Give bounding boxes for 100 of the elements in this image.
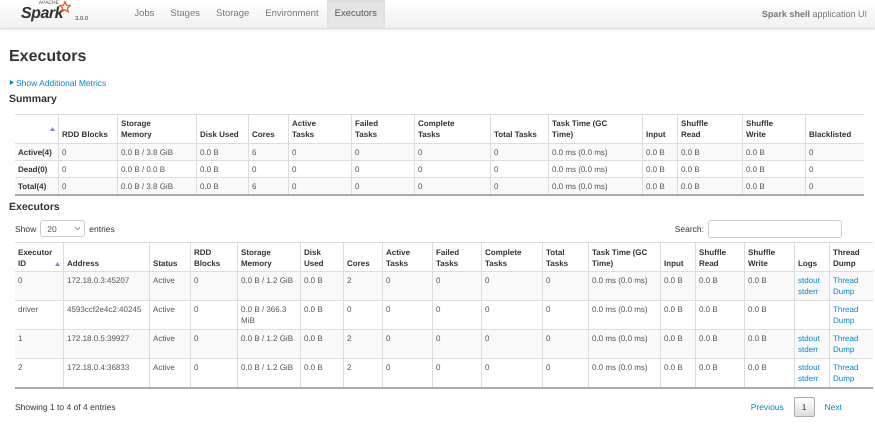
log-link[interactable]: stderr — [798, 372, 826, 384]
table-cell: 0.0 B / 3.8 GiB — [118, 143, 196, 160]
table-cell: Active — [150, 329, 190, 358]
table-cell: 0.0 B — [300, 329, 344, 358]
table-cell: 0 — [58, 143, 118, 160]
log-link[interactable]: stdout — [798, 274, 826, 286]
table-cell: 0.0 B — [678, 177, 742, 194]
entries-select[interactable]: 20 — [40, 220, 86, 237]
table-cell: 0.0 B — [196, 177, 248, 194]
table-cell: 0.0 B / 1.2 GiB — [238, 271, 300, 300]
show-metrics-link[interactable]: Show Additional Metrics — [9, 78, 106, 88]
table-cell: 2 — [15, 358, 64, 388]
table-cell: 172.18.0.4:36833 — [64, 358, 150, 388]
table-cell: 0.0 B — [660, 358, 696, 388]
table-cell: 0.0 B — [696, 271, 744, 300]
application-name: Spark shell application UI — [762, 9, 867, 19]
table-cell: 0.0 B — [642, 143, 678, 160]
table-cell: 0.0 B — [642, 177, 678, 194]
table-cell: 0 — [542, 329, 588, 358]
table-cell: 0.0 B — [678, 143, 742, 160]
sort-ascending-icon — [55, 262, 60, 266]
table-cell: Active — [150, 271, 190, 300]
table-cell: 1 — [15, 329, 64, 358]
chevron-down-icon — [74, 226, 82, 231]
entries-info: Showing 1 to 4 of 4 entries — [15, 402, 116, 412]
sort-ascending-icon — [50, 127, 55, 131]
nav-tab[interactable]: Stages — [162, 0, 208, 28]
table-cell: 0 — [542, 271, 588, 300]
nav-tab[interactable]: Jobs — [126, 0, 162, 28]
table-cell: 0.0 B — [742, 177, 806, 194]
page-title: Executors — [9, 47, 88, 67]
table-cell: 0.0 B — [744, 329, 794, 358]
table-cell: 0.0 B — [696, 358, 744, 388]
table-cell: 0 — [190, 329, 238, 358]
table-cell: 0 — [490, 177, 548, 194]
table-cell: 0 — [806, 143, 864, 160]
table-cell: 0 — [382, 358, 432, 388]
row-header: Active(4) — [15, 143, 58, 160]
table-cell: 0 — [382, 271, 432, 300]
table-cell: 0.0 B — [660, 271, 696, 300]
page-button[interactable]: 1 — [794, 396, 815, 416]
table-cell: 0.0 B — [696, 329, 744, 358]
table-cell: 0 — [542, 358, 588, 388]
pagination-link[interactable]: Previous — [740, 402, 794, 412]
table-cell: 0 — [190, 271, 238, 300]
table-cell: 0 — [482, 329, 542, 358]
table-cell: 0 — [382, 329, 432, 358]
table-cell: 0.0 ms (0.0 ms) — [548, 177, 642, 194]
table-cell: 0 — [414, 177, 490, 194]
table-cell: 0.0 B — [300, 358, 344, 388]
table-cell: 0.0 B — [744, 358, 794, 388]
table-cell: 2 — [344, 271, 382, 300]
table-cell: 0 — [432, 271, 482, 300]
table-cell: 0.0 B / 1.2 GiB — [238, 358, 300, 388]
table-cell: 0 — [432, 329, 482, 358]
pagination-link[interactable]: Next — [814, 402, 852, 412]
section-heading: Executors — [9, 200, 61, 212]
table-cell: 0.0 ms (0.0 ms) — [548, 143, 642, 160]
table-cell: 0.0 ms (0.0 ms) — [588, 329, 660, 358]
table-cell: 0 — [482, 358, 542, 388]
table-cell: 0 — [352, 177, 414, 194]
table-cell: 0 — [58, 177, 118, 194]
table-cell: 0.0 B — [742, 143, 806, 160]
table-cell: 0.0 B — [744, 271, 794, 300]
table-cell: 172.18.0.3:45207 — [64, 271, 150, 300]
table-cell: 0 — [190, 358, 238, 388]
section-heading: Summary — [9, 92, 58, 104]
log-link[interactable]: stderr — [798, 344, 826, 354]
nav-tab[interactable]: Storage — [208, 0, 258, 28]
search-label: Search: — [674, 224, 704, 234]
table-cell: 0 — [288, 177, 352, 194]
log-link[interactable]: stdout — [798, 362, 826, 372]
table-cell: 6 — [248, 143, 288, 160]
table-cell: 2 — [344, 358, 382, 388]
thread-dump-link[interactable]: Thread Dump — [833, 304, 870, 326]
table-cell: 0 — [414, 143, 490, 160]
table-cell: 6 — [248, 177, 288, 194]
search-field[interactable] — [708, 220, 842, 238]
log-link[interactable]: stderr — [798, 286, 826, 296]
table-cell: 0 — [288, 143, 352, 160]
table-cell: 0.0 B — [196, 143, 248, 160]
nav-tab[interactable]: Environment — [257, 0, 327, 28]
row-header: Total(4) — [15, 177, 58, 194]
entries-label: entries — [89, 224, 115, 234]
table-cell: 0.0 B — [660, 329, 696, 358]
table-cell: 172.18.0.5:39927 — [64, 329, 150, 358]
table-cell: 0.0 ms (0.0 ms) — [588, 271, 660, 300]
table-cell: 0 — [490, 143, 548, 160]
table-cell: 0.0 B / 3.8 GiB — [118, 177, 196, 194]
log-link[interactable]: stdout — [798, 332, 826, 344]
nav-tab[interactable]: Executors — [326, 0, 385, 28]
table-cell: 0 — [432, 358, 482, 388]
table-cell: 0 — [806, 177, 864, 194]
table-cell: 0 — [482, 271, 542, 300]
table-cell: 0 — [352, 143, 414, 160]
table-cell: 0 — [15, 271, 64, 300]
table-cell: Active — [150, 358, 190, 388]
table-cell: 0.0 ms (0.0 ms) — [588, 358, 660, 388]
show-label: Show — [15, 224, 36, 234]
table-cell: 0.0 B / 1.2 GiB — [238, 329, 300, 358]
